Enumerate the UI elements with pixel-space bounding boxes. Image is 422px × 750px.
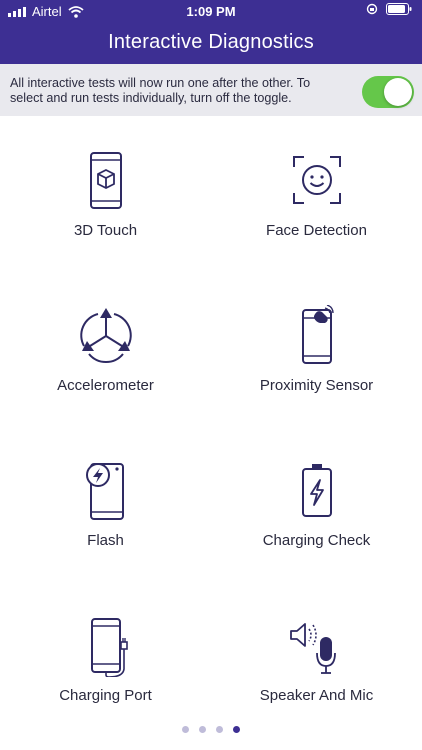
battery-icon <box>386 3 412 15</box>
test-tile-accelerometer[interactable]: Accelerometer <box>0 305 211 394</box>
phone-cube-icon <box>89 152 122 209</box>
orientation-lock-icon <box>366 3 378 15</box>
test-label: Proximity Sensor <box>259 377 374 394</box>
page-indicator[interactable] <box>0 726 422 733</box>
face-scan-icon <box>292 156 341 204</box>
test-tile-3d-touch[interactable]: 3D Touch <box>0 150 211 239</box>
test-tile-flash[interactable]: Flash <box>0 460 211 549</box>
speaker-mic-icon <box>289 623 336 674</box>
accelerometer-icon <box>79 308 132 364</box>
test-label: Accelerometer <box>57 377 154 394</box>
flash-phone-icon <box>85 463 124 520</box>
test-label: 3D Touch <box>73 222 138 239</box>
test-label: Charging Port <box>59 687 152 704</box>
page-dot-active[interactable] <box>233 726 240 733</box>
run-all-toggle[interactable] <box>362 76 414 108</box>
charging-port-icon <box>90 618 128 677</box>
page-title: Interactive Diagnostics <box>108 31 314 53</box>
page-dot[interactable] <box>182 726 189 733</box>
info-banner: All interactive tests will now run one a… <box>0 64 422 116</box>
battery-charging-icon <box>301 464 332 517</box>
info-text: All interactive tests will now run one a… <box>10 76 311 105</box>
test-tile-charging-check[interactable]: Charging Check <box>211 460 422 549</box>
test-label: Face Detection <box>266 222 367 239</box>
app-header: Airtel 1:09 PM Interactive Diagnostics <box>0 0 422 64</box>
test-tile-proximity-sensor[interactable]: Proximity Sensor <box>211 305 422 394</box>
toggle-knob <box>384 78 412 106</box>
status-right <box>366 3 412 15</box>
test-tile-charging-port[interactable]: Charging Port <box>0 615 211 704</box>
status-time: 1:09 PM <box>186 4 236 19</box>
page-dot[interactable] <box>216 726 223 733</box>
page-dot[interactable] <box>199 726 206 733</box>
test-tile-speaker-and-mic[interactable]: Speaker And Mic <box>211 615 422 704</box>
proximity-phone-icon <box>301 305 334 364</box>
test-label: Charging Check <box>262 532 371 549</box>
test-tile-face-detection[interactable]: Face Detection <box>211 150 422 239</box>
status-bar: Airtel 1:09 PM <box>0 0 422 22</box>
test-label: Speaker And Mic <box>259 687 374 704</box>
test-label: Flash <box>87 532 124 549</box>
